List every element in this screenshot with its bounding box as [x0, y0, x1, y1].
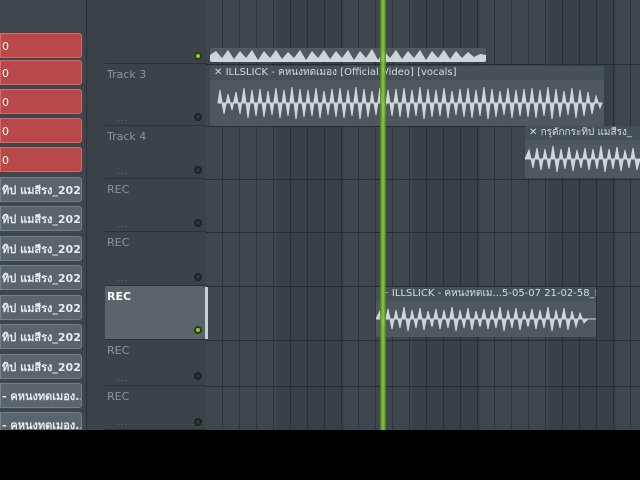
browser-clip[interactable]: 0	[0, 89, 82, 114]
selected-row-marker	[205, 287, 208, 339]
row-divider	[206, 340, 640, 341]
playhead-marker[interactable]	[380, 0, 386, 430]
track-header[interactable]: Track 4 ...	[105, 126, 206, 179]
audio-waveform	[217, 86, 603, 120]
track-dots: ...	[117, 114, 128, 123]
browser-clip[interactable]: ทิป แมสีรง_202...	[0, 177, 82, 202]
clip-title: ⊢ ILLSLICK - คหนงทดเม...5-05-07 21-02-58…	[376, 287, 596, 301]
audio-waveform	[376, 306, 596, 332]
clip-title: ✕ กรุดักกระทิป แมสีรง_	[525, 126, 640, 140]
track-dots: ...	[117, 220, 128, 229]
clip-title-text: ILLSLICK - คหนงทดเม...5-05-07 21-02-58_R…	[391, 288, 596, 299]
track-mute-led[interactable]	[194, 52, 202, 60]
browser-clip[interactable]: - คหนงทดเมอง...	[0, 412, 82, 430]
browser-clip[interactable]: ทิป แมสีรง_202...	[0, 206, 82, 231]
track-name: REC	[107, 344, 130, 357]
browser-clip[interactable]: ทิป แมสีรง_202...	[0, 324, 82, 349]
track-mute-led[interactable]	[194, 166, 202, 174]
row-divider	[206, 64, 640, 65]
audio-clip-track2[interactable]	[210, 48, 486, 62]
audio-clip-track4[interactable]: ✕ กรุดักกระทิป แมสีรง_	[525, 126, 640, 178]
browser-clip[interactable]: ทิป แมสีรง_202...	[0, 236, 82, 261]
clip-title: ✕ ILLSLICK - คหนงทดเมอง [Official Video]…	[210, 66, 604, 80]
browser-clip[interactable]: 0	[0, 118, 82, 143]
track-header[interactable]: REC ...	[105, 232, 206, 286]
browser-clip[interactable]: 0	[0, 60, 82, 85]
track-mute-led[interactable]	[194, 273, 202, 281]
row-divider	[206, 179, 640, 180]
track-header[interactable]: REC ...	[105, 386, 206, 430]
track-name: REC	[107, 290, 132, 303]
audio-waveform	[210, 49, 486, 62]
close-icon[interactable]: ✕	[529, 127, 541, 138]
track-mute-led[interactable]	[194, 113, 202, 121]
playlist-grid[interactable]: ✕ ILLSLICK - คหนงทดเมอง [Official Video]…	[206, 0, 640, 430]
row-divider	[206, 232, 640, 233]
track-mute-led[interactable]	[194, 326, 202, 334]
audio-waveform	[525, 145, 640, 173]
track-mute-led[interactable]	[194, 418, 202, 426]
track-dots: ...	[117, 167, 128, 176]
track-name: REC	[107, 183, 130, 196]
clip-browser-panel: 0 0 0 0 0 ทิป แมสีรง_202... ทิป แมสีรง_2…	[0, 0, 86, 430]
browser-clip[interactable]: ทิป แมสีรง_202...	[0, 265, 82, 290]
track-header[interactable]: Track 3 ...	[105, 64, 206, 126]
daw-window: 0 0 0 0 0 ทิป แมสีรง_202... ทิป แมสีรง_2…	[0, 0, 640, 430]
browser-clip[interactable]: ทิป แมสีรง_202...	[0, 295, 82, 320]
track-name: Track 4	[107, 130, 147, 143]
close-icon[interactable]: ✕	[214, 67, 226, 78]
track-name: REC	[107, 390, 130, 403]
track-mute-led[interactable]	[194, 372, 202, 380]
track-dots: ...	[117, 418, 128, 427]
track-header[interactable]: REC ...	[105, 179, 206, 232]
track-dots: ...	[117, 328, 128, 337]
track-header-column: Track 3 ... Track 4 ... REC ... REC ... …	[86, 0, 207, 430]
clip-title-text: ILLSLICK - คหนงทดเมอง [Official Video] […	[225, 67, 457, 78]
track-dots: ...	[117, 274, 128, 283]
clip-title-text: กรุดักกระทิป แมสีรง_	[540, 127, 632, 138]
browser-clip[interactable]: - คหนงทดเมอง...	[0, 383, 82, 408]
track-name: REC	[107, 236, 130, 249]
track-header[interactable]: REC ...	[105, 340, 206, 386]
audio-clip-rec[interactable]: ⊢ ILLSLICK - คหนงทดเม...5-05-07 21-02-58…	[376, 287, 596, 337]
track-dots: ...	[117, 374, 128, 383]
row-divider	[206, 386, 640, 387]
audio-clip-track3[interactable]: ✕ ILLSLICK - คหนงทดเมอง [Official Video]…	[210, 66, 604, 126]
browser-clip[interactable]: ทิป แมสีรง_202...	[0, 354, 82, 379]
track-header-selected[interactable]: REC ...	[105, 286, 206, 340]
track-mute-led[interactable]	[194, 219, 202, 227]
track-header[interactable]	[105, 0, 206, 64]
browser-clip[interactable]: 0	[0, 147, 82, 172]
browser-clip[interactable]: 0	[0, 33, 82, 58]
track-name: Track 3	[107, 68, 147, 81]
